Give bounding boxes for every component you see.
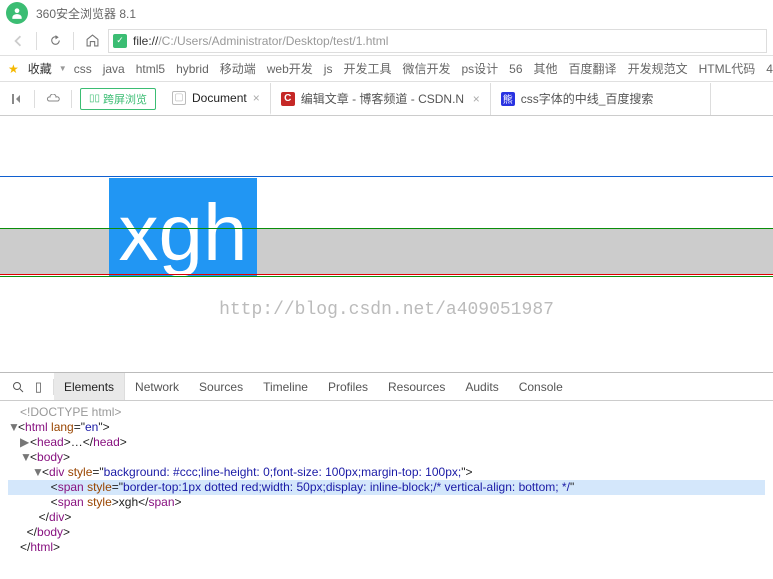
chevron-down-icon: ▼ bbox=[59, 64, 67, 73]
bookmark-item[interactable]: java bbox=[99, 62, 129, 76]
document-icon: ▢ bbox=[172, 91, 186, 105]
close-icon[interactable]: × bbox=[473, 92, 480, 106]
devtools-tab-resources[interactable]: Resources bbox=[378, 373, 455, 400]
window-title: 360安全浏览器 8.1 bbox=[36, 5, 136, 22]
bookmark-item[interactable]: 开发工具 bbox=[339, 60, 395, 77]
devices-icon: ▯▯ bbox=[89, 93, 100, 104]
selected-node: <span style="border-top:1px dotted red;w… bbox=[8, 480, 765, 495]
devtools-tab-bar: ▯ Elements Network Sources Timeline Prof… bbox=[0, 373, 773, 401]
baidu-icon: 熊 bbox=[501, 92, 515, 106]
title-bar: 360安全浏览器 8.1 bbox=[0, 0, 773, 26]
watermark: http://blog.csdn.net/a409051987 bbox=[0, 300, 773, 320]
cross-screen-button[interactable]: ▯▯跨屏浏览 bbox=[80, 88, 156, 110]
play-icon[interactable] bbox=[6, 89, 26, 109]
devtools-tab-network[interactable]: Network bbox=[125, 373, 189, 400]
tab-label: 编辑文章 - 博客频道 - CSDN.N bbox=[301, 90, 467, 107]
bookmark-item[interactable]: 404 bbox=[762, 62, 773, 76]
tab-csdn[interactable]: C 编辑文章 - 博客频道 - CSDN.N × bbox=[271, 83, 491, 115]
favorites-label[interactable]: 收藏 bbox=[24, 60, 56, 77]
bookmark-item[interactable]: 其他 bbox=[530, 60, 562, 77]
tab-bar: ▯▯跨屏浏览 ▢ Document × C 编辑文章 - 博客频道 - CSDN… bbox=[0, 82, 773, 116]
csdn-icon: C bbox=[281, 92, 295, 106]
dom-tree[interactable]: <!DOCTYPE html> ▼<html lang="en"> ▶<head… bbox=[0, 401, 773, 559]
bookmark-item[interactable]: 56 bbox=[505, 62, 526, 76]
url-input[interactable]: ✓ file:///C:/Users/Administrator/Desktop… bbox=[108, 29, 767, 53]
page-content: xgh http://blog.csdn.net/a409051987 bbox=[0, 116, 773, 372]
shield-icon: ✓ bbox=[113, 34, 127, 48]
doctype: <!DOCTYPE html> bbox=[20, 405, 121, 419]
device-icon[interactable]: ▯ bbox=[30, 379, 54, 395]
devtools-tab-elements[interactable]: Elements bbox=[54, 373, 125, 400]
blue-box: xgh bbox=[109, 178, 257, 276]
reload-button[interactable] bbox=[43, 29, 67, 53]
devtools-tab-timeline[interactable]: Timeline bbox=[253, 373, 318, 400]
address-bar: ✓ file:///C:/Users/Administrator/Desktop… bbox=[0, 26, 773, 56]
star-icon: ★ bbox=[8, 62, 19, 76]
tab-baidu[interactable]: 熊 css字体的中线_百度搜索 bbox=[491, 83, 711, 115]
avatar[interactable] bbox=[6, 2, 28, 24]
bookmark-item[interactable]: hybrid bbox=[172, 62, 213, 76]
bookmark-item[interactable]: ps设计 bbox=[457, 60, 502, 77]
url-path: /C:/Users/Administrator/Desktop/test/1.h… bbox=[158, 34, 388, 48]
devtools-tab-console[interactable]: Console bbox=[509, 373, 573, 400]
devtools-tab-profiles[interactable]: Profiles bbox=[318, 373, 378, 400]
xgh-text: xgh bbox=[119, 193, 248, 273]
line-green-bottom bbox=[0, 276, 773, 277]
close-icon[interactable]: × bbox=[253, 91, 260, 105]
bookmark-item[interactable]: 微信开发 bbox=[398, 60, 454, 77]
bookmark-item[interactable]: html5 bbox=[132, 62, 169, 76]
cloud-icon[interactable] bbox=[43, 89, 63, 109]
bookmark-item[interactable]: 移动端 bbox=[216, 60, 260, 77]
url-protocol: file:// bbox=[133, 34, 158, 48]
devtools-tab-audits[interactable]: Audits bbox=[455, 373, 508, 400]
line-blue bbox=[0, 176, 773, 177]
bookmark-item[interactable]: web开发 bbox=[263, 60, 317, 77]
bookmark-item[interactable]: HTML代码 bbox=[695, 60, 760, 77]
bookmark-item[interactable]: js bbox=[320, 62, 337, 76]
tab-document[interactable]: ▢ Document × bbox=[162, 83, 271, 115]
devtools: ▯ Elements Network Sources Timeline Prof… bbox=[0, 372, 773, 559]
line-green-top bbox=[0, 228, 773, 229]
inspect-icon[interactable] bbox=[6, 381, 30, 393]
bookmark-item[interactable]: 百度翻译 bbox=[565, 60, 621, 77]
tab-label: Document bbox=[192, 91, 247, 105]
bookmark-item[interactable]: 开发规范文 bbox=[624, 60, 692, 77]
bookmarks-bar: ★ 收藏 ▼ css java html5 hybrid 移动端 web开发 j… bbox=[0, 56, 773, 82]
devtools-tab-sources[interactable]: Sources bbox=[189, 373, 253, 400]
tab-label: css字体的中线_百度搜索 bbox=[521, 90, 700, 107]
line-red bbox=[0, 274, 773, 275]
bookmark-item[interactable]: css bbox=[70, 62, 96, 76]
home-button[interactable] bbox=[80, 29, 104, 53]
back-button[interactable] bbox=[6, 29, 30, 53]
